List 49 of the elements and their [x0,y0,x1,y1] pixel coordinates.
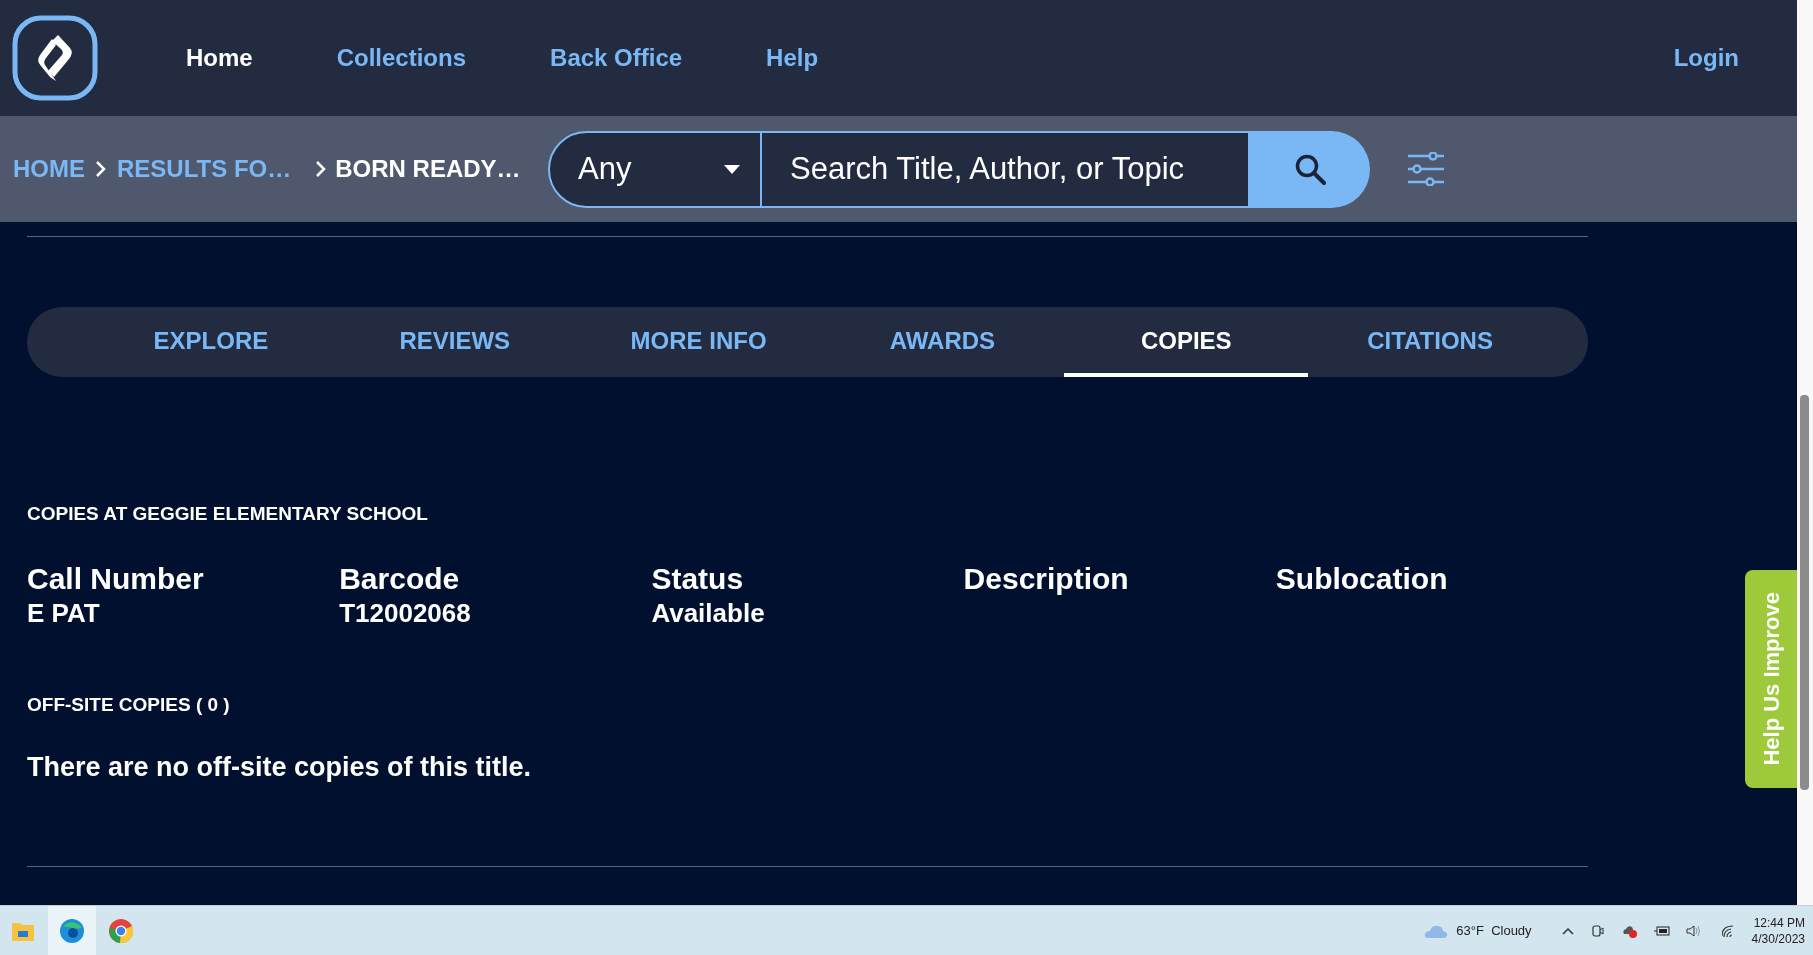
section-heading: COPIES AT GEGGIE ELEMENTARY SCHOOL [27,502,429,526]
cloud-error-icon[interactable] [1621,923,1638,938]
chevron-right-icon [315,160,328,178]
tab[interactable]: EXPLORE [89,307,333,377]
tab[interactable]: CITATIONS [1308,307,1552,377]
chevron-up-icon[interactable] [1561,926,1574,935]
column-header: Call Number [27,560,205,597]
nav-link[interactable]: Back Office [550,40,683,76]
nav-link[interactable]: Help [766,40,819,76]
table-cell-text: Available [651,596,766,629]
search-icon [1294,153,1326,185]
login-link[interactable]: Login [1673,40,1739,76]
folder-icon[interactable] [12,920,34,941]
chevron-right-icon [95,160,107,178]
nav-link[interactable]: Home [186,40,253,76]
breadcrumb-link[interactable]: BORN READY… [335,151,521,187]
wifi-icon[interactable] [1721,923,1736,938]
empty-message: There are no off-site copies of this title. [27,751,533,784]
breadcrumb-link[interactable]: HOME [13,151,85,187]
cloud-icon [1424,923,1449,938]
filter-settings-icon[interactable] [1408,152,1444,186]
section-heading: OFF-SITE COPIES ( 0 ) [27,692,231,717]
tab[interactable]: AWARDS [820,307,1065,377]
search-button[interactable] [1250,130,1370,208]
breadcrumb-link[interactable]: RESULTS FO… [117,151,292,187]
weather-text[interactable]: 63°F Cloudy [1456,920,1532,941]
nav-link[interactable]: Collections [336,40,467,76]
search-scope-dropdown[interactable]: Any [548,130,762,208]
scrollbar[interactable] [1797,0,1813,905]
clock-time[interactable]: 12:44 PM [1753,914,1805,931]
clock-date[interactable]: 4/30/2023 [1751,930,1805,947]
speaker-icon[interactable] [1685,923,1702,938]
column-header: Barcode [339,560,461,597]
column-header: Status [651,560,745,597]
table-cell-text: E PAT [27,596,101,629]
logo-icon[interactable] [12,15,98,101]
search-input[interactable]: Search Title, Author, or Topic [762,130,1250,208]
battery-icon[interactable] [1653,925,1670,936]
camera-icon[interactable] [1591,923,1604,938]
tab[interactable]: REVIEWS [332,307,577,377]
chrome-icon[interactable] [108,917,134,944]
table-cell-text: T12002068 [339,596,472,629]
search-scope-value: Any [578,149,633,188]
tab[interactable]: COPIES [1064,307,1309,377]
tab[interactable]: MORE INFO [576,307,821,377]
browser-icon[interactable] [59,917,85,944]
column-header: Description [963,560,1130,597]
caret-icon [724,164,740,174]
column-header: Sublocation [1275,560,1449,597]
